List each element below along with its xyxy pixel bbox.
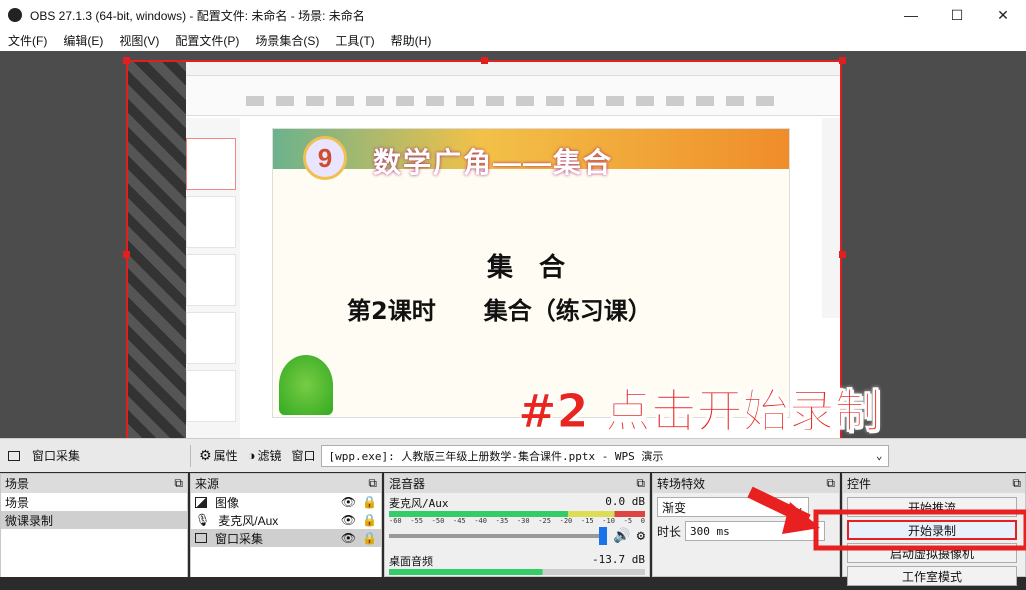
volume-meter bbox=[389, 569, 645, 575]
title-bar: OBS 27.1.3 (64-bit, windows) - 配置文件: 未命名… bbox=[0, 0, 1026, 30]
eye-icon[interactable]: 👁 bbox=[341, 495, 356, 509]
meter-scale: -60 -55 -50 -45 -40 -35 -30 -25 -20 -15 -10 -5 0 bbox=[389, 517, 645, 525]
highlight-box bbox=[813, 509, 1026, 551]
lock-icon[interactable]: 🔒 bbox=[362, 531, 377, 545]
source-label: 窗口采集 bbox=[215, 531, 264, 546]
lesson-number-badge: 9 bbox=[303, 136, 347, 180]
wps-side-toolbar bbox=[822, 118, 840, 318]
source-label: 麦克风/Aux bbox=[218, 513, 279, 528]
annotation-text: #2 点击开始录制 bbox=[518, 384, 882, 439]
window-select-value: [wpp.exe]: 人教版三年级上册数学-集合课件.pptx - WPS 演示 bbox=[328, 449, 664, 463]
close-button[interactable]: ✕ bbox=[980, 0, 1026, 30]
menu-scene-collection[interactable]: 场景集合(S) bbox=[255, 32, 319, 49]
scene-item[interactable]: 微课录制 bbox=[1, 511, 187, 529]
obs-logo-icon bbox=[8, 8, 22, 22]
selected-source-label: 窗口采集 bbox=[32, 449, 81, 463]
mixer-channel-name: 桌面音频 bbox=[389, 555, 433, 568]
resize-handle[interactable] bbox=[481, 57, 488, 64]
undock-icon[interactable]: ⧉ bbox=[368, 476, 377, 491]
window-icon bbox=[8, 450, 20, 461]
properties-button[interactable]: 属性 bbox=[214, 447, 238, 464]
sources-dock: 来源 ⧉ 图像 👁 🔒 🎙 麦克风/Aux 👁 🔒 窗口采集 👁 🔒 bbox=[190, 473, 382, 577]
filter-icon[interactable]: ◑ bbox=[248, 448, 256, 463]
slide-heading: 集 合 bbox=[487, 253, 566, 283]
undock-icon[interactable]: ⧉ bbox=[636, 476, 645, 491]
menu-bar: 文件(F) 编辑(E) 视图(V) 配置文件(P) 场景集合(S) 工具(T) … bbox=[0, 30, 1026, 51]
transition-type: 渐变 bbox=[662, 500, 687, 515]
slide-subheading: 第2课时 集合（练习课） bbox=[347, 297, 652, 325]
menu-profile[interactable]: 配置文件(P) bbox=[175, 32, 239, 49]
menu-file[interactable]: 文件(F) bbox=[8, 32, 47, 49]
annotation-arrow bbox=[747, 486, 1026, 551]
scene-item[interactable]: 场景 bbox=[1, 493, 187, 511]
menu-help[interactable]: 帮助(H) bbox=[391, 32, 432, 49]
mixer-channel-name: 麦克风/Aux bbox=[389, 497, 449, 510]
resize-handle[interactable] bbox=[123, 57, 130, 64]
minimize-button[interactable]: — bbox=[888, 0, 934, 30]
lock-icon[interactable]: 🔒 bbox=[362, 495, 377, 509]
sources-title: 来源 bbox=[195, 477, 220, 491]
source-item[interactable]: 图像 👁 🔒 bbox=[191, 493, 381, 511]
source-item[interactable]: 窗口采集 👁 🔒 bbox=[191, 529, 381, 547]
menu-edit[interactable]: 编辑(E) bbox=[63, 32, 103, 49]
undock-icon[interactable]: ⧉ bbox=[174, 476, 183, 491]
window-select-label: 窗口 bbox=[291, 449, 316, 463]
resize-handle[interactable] bbox=[839, 251, 846, 258]
image-icon bbox=[195, 496, 207, 508]
mixer-dock: 混音器 ⧉ 麦克风/Aux 0.0 dB -60 -55 -50 -45 -40 -35 -30… bbox=[384, 473, 650, 577]
source-label: 图像 bbox=[215, 495, 240, 510]
duration-label: 时长 bbox=[657, 524, 682, 539]
window-title: OBS 27.1.3 (64-bit, windows) - 配置文件: 未命名… bbox=[30, 8, 365, 23]
wps-tab-bar bbox=[186, 62, 840, 76]
volume-slider[interactable] bbox=[389, 527, 608, 545]
chevron-down-icon: ⌄ bbox=[875, 449, 883, 462]
eye-icon[interactable]: 👁 bbox=[341, 513, 356, 527]
speaker-icon[interactable]: 🔊 bbox=[613, 528, 630, 544]
mic-icon: 🎙 bbox=[195, 513, 211, 527]
slide-thumbnails bbox=[186, 118, 240, 438]
menu-tools[interactable]: 工具(T) bbox=[335, 32, 374, 49]
source-context-bar: 窗口采集 ⚙ 属性 ◑ 滤镜 窗口 [wpp.exe]: 人教版三年级上册数学-… bbox=[0, 438, 1026, 472]
mixer-title: 混音器 bbox=[389, 477, 426, 491]
gear-icon[interactable]: ⚙ bbox=[199, 447, 212, 464]
menu-view[interactable]: 视图(V) bbox=[119, 32, 159, 49]
scenes-dock: 场景 ⧉ 场景 微课录制 bbox=[0, 473, 188, 577]
source-item[interactable]: 🎙 麦克风/Aux 👁 🔒 bbox=[191, 511, 381, 529]
mixer-db-value: 0.0 dB bbox=[605, 495, 645, 508]
maximize-button[interactable]: ☐ bbox=[934, 0, 980, 30]
volume-slider-handle[interactable] bbox=[599, 527, 608, 545]
scenes-title: 场景 bbox=[5, 477, 30, 491]
lock-icon[interactable]: 🔒 bbox=[362, 513, 377, 527]
window-select[interactable]: [wpp.exe]: 人教版三年级上册数学-集合课件.pptx - WPS 演示… bbox=[321, 444, 890, 467]
gear-icon[interactable]: ⚙ bbox=[637, 528, 645, 544]
slide-title: 数学广角——集合 bbox=[373, 147, 614, 178]
filters-button[interactable]: 滤镜 bbox=[257, 447, 281, 464]
wps-ribbon bbox=[186, 76, 840, 116]
window-icon bbox=[195, 533, 207, 543]
willow-tree-icon bbox=[279, 355, 333, 415]
resize-handle[interactable] bbox=[839, 57, 846, 64]
eye-icon[interactable]: 👁 bbox=[341, 531, 356, 545]
mixer-db-value: -13.7 dB bbox=[592, 553, 645, 566]
resize-handle[interactable] bbox=[123, 251, 130, 258]
